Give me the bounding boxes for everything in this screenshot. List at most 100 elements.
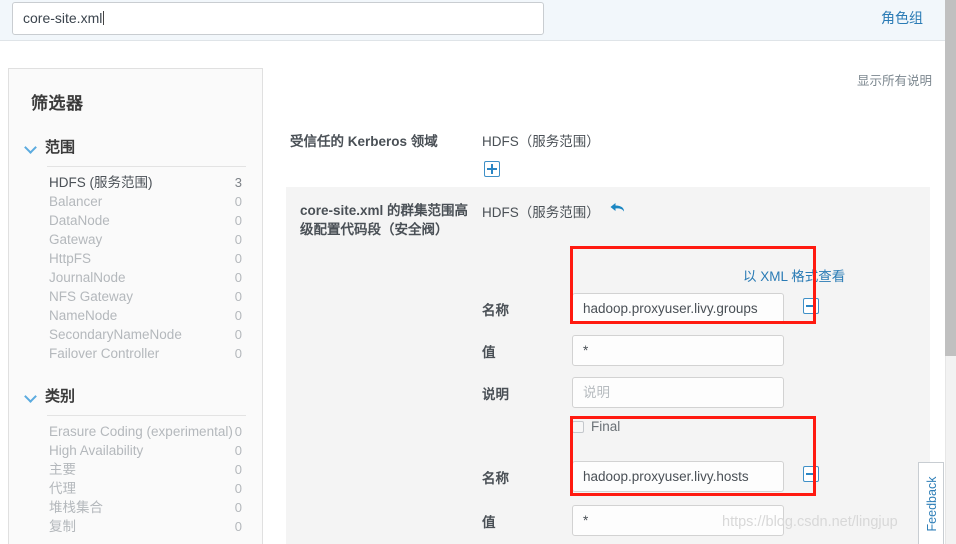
sidebar-item-high-availability[interactable]: High Availability 0 — [9, 441, 262, 460]
filter-item-label: DataNode — [49, 213, 110, 228]
add-kerberos-realm-button[interactable] — [484, 161, 500, 182]
entry-1-value-row: 值 * — [482, 335, 784, 366]
text-caret — [103, 11, 105, 25]
filter-item-label: 代理 — [49, 481, 76, 496]
config-property-label: core-site.xml 的群集范围高级配置代码段（安全阀） — [300, 203, 469, 237]
feedback-tab[interactable]: Feedback — [918, 462, 944, 544]
filter-item-label: NFS Gateway — [49, 289, 134, 304]
filter-item-label: 复制 — [49, 519, 76, 534]
sidebar-title: 筛选器 — [31, 94, 84, 113]
entry-1-name-row: 名称 hadoop.proxyuser.livy.groups — [482, 293, 819, 324]
chevron-down-icon — [23, 388, 39, 404]
entry-2-name-row: 名称 hadoop.proxyuser.livy.hosts — [482, 461, 819, 492]
filter-item-count: 0 — [234, 424, 242, 439]
filter-item-label: High Availability — [49, 443, 144, 458]
entry-1-final-label: Final — [591, 419, 621, 434]
core-site-safety-valve-panel: core-site.xml 的群集范围高级配置代码段（安全阀） HDFS（服务范… — [286, 187, 930, 544]
entry-1-desc-row: 说明 说明 — [482, 377, 784, 408]
entry-1-value-label: 值 — [482, 344, 496, 360]
filter-group-category-header[interactable]: 类别 — [9, 385, 262, 406]
filter-item-count: 0 — [234, 251, 242, 266]
entry-2-value-label: 值 — [482, 514, 496, 530]
sidebar-item-stacks-collection[interactable]: 堆栈集合 0 — [9, 498, 262, 517]
kerberos-realms-scope: HDFS（服务范围） — [482, 134, 600, 149]
entry-1-final-row: Final — [572, 419, 620, 434]
sidebar-item-namenode[interactable]: NameNode 0 — [9, 306, 262, 325]
entry-1-final-checkbox[interactable] — [572, 420, 584, 433]
view-as-xml-link[interactable]: 以 XML 格式查看 — [743, 265, 845, 285]
filter-item-count: 0 — [234, 289, 242, 304]
filter-item-count: 0 — [234, 443, 242, 458]
filter-group-scope-header[interactable]: 范围 — [9, 136, 262, 157]
entry-1-desc-label: 说明 — [482, 386, 509, 402]
filter-item-count: 0 — [234, 481, 242, 496]
filter-group-category-label: 类别 — [45, 388, 76, 405]
undo-arrow-icon[interactable] — [609, 200, 629, 218]
sidebar-item-datanode[interactable]: DataNode 0 — [9, 211, 262, 230]
filter-item-count: 0 — [234, 500, 242, 515]
filter-item-label: Erasure Coding (experimental) — [49, 424, 233, 439]
sidebar-item-gateway[interactable]: Gateway 0 — [9, 230, 262, 249]
sidebar-item-httpfs[interactable]: HttpFS 0 — [9, 249, 262, 268]
sidebar-item-secondarynamenode[interactable]: SecondaryNameNode 0 — [9, 325, 262, 344]
sidebar-item-erasure-coding[interactable]: Erasure Coding (experimental) 0 — [9, 422, 262, 441]
filter-item-count: 0 — [234, 346, 242, 361]
entry-1-remove-button[interactable] — [803, 298, 819, 319]
search-input-value: core-site.xml — [23, 10, 103, 26]
filter-item-count: 3 — [234, 175, 242, 190]
sidebar-item-main[interactable]: 主要 0 — [9, 460, 262, 479]
filter-item-count: 0 — [234, 270, 242, 285]
plus-square-icon — [484, 161, 500, 177]
entry-2-remove-button[interactable] — [803, 466, 819, 487]
filter-item-label: NameNode — [49, 308, 118, 323]
sidebar-item-replication[interactable]: 复制 0 — [9, 517, 262, 536]
entry-2-name-input[interactable]: hadoop.proxyuser.livy.hosts — [572, 461, 784, 492]
filter-item-label: Failover Controller — [49, 346, 160, 361]
filter-item-count: 0 — [234, 232, 242, 247]
page-scrollbar-track[interactable] — [945, 0, 956, 544]
filter-group-scope-label: 范围 — [45, 139, 76, 156]
filter-item-label: Balancer — [49, 194, 103, 209]
minus-square-icon — [803, 298, 819, 314]
entry-2-name-label: 名称 — [482, 470, 509, 486]
top-header-bar: core-site.xml 角色组 — [0, 0, 945, 41]
entry-1-value-input[interactable]: * — [572, 335, 784, 366]
entry-2-value-row: 值 * — [482, 505, 784, 536]
sidebar-item-hdfs-service-wide[interactable]: HDFS (服务范围) 3 — [9, 173, 262, 192]
entry-1-desc-input[interactable]: 说明 — [572, 377, 784, 408]
role-group-link[interactable]: 角色组 — [881, 8, 923, 28]
sidebar-item-journalnode[interactable]: JournalNode 0 — [9, 268, 262, 287]
sidebar-item-nfs-gateway[interactable]: NFS Gateway 0 — [9, 287, 262, 306]
feedback-tab-label: Feedback — [925, 476, 939, 532]
sidebar-item-failover-controller[interactable]: Failover Controller 0 — [9, 344, 262, 363]
filter-item-count: 0 — [234, 308, 242, 323]
entry-1-name-label: 名称 — [482, 302, 509, 318]
main-content: 显示所有说明 受信任的 Kerberos 领域 HDFS（服务范围） ? cor… — [270, 42, 945, 544]
divider — [47, 415, 246, 416]
kerberos-realms-label: 受信任的 Kerberos 领域 — [290, 134, 438, 149]
filter-item-label: JournalNode — [49, 270, 126, 285]
entry-2-value-input[interactable]: * — [572, 505, 784, 536]
page-scrollbar-thumb[interactable] — [945, 0, 956, 356]
filter-item-count: 0 — [234, 462, 242, 477]
filter-item-label: 堆栈集合 — [49, 500, 103, 515]
filter-item-label: HttpFS — [49, 251, 92, 266]
filter-item-label: SecondaryNameNode — [49, 327, 182, 342]
chevron-down-icon — [23, 139, 39, 155]
entry-1-name-input[interactable]: hadoop.proxyuser.livy.groups — [572, 293, 784, 324]
filter-item-label: 主要 — [49, 462, 76, 477]
filter-item-count: 0 — [234, 213, 242, 228]
sidebar-item-balancer[interactable]: Balancer 0 — [9, 192, 262, 211]
filter-group-category: 类别 Erasure Coding (experimental) 0 High … — [9, 385, 262, 536]
show-all-descriptions-link[interactable]: 显示所有说明 — [857, 70, 932, 89]
app-root: core-site.xml 角色组 筛选器 范围 HDFS (服务范围) 3 B… — [0, 0, 956, 544]
minus-square-icon — [803, 466, 819, 482]
sidebar-item-proxy[interactable]: 代理 0 — [9, 479, 262, 498]
filter-item-label: HDFS (服务范围) — [49, 175, 153, 190]
search-input[interactable]: core-site.xml — [12, 2, 544, 35]
filter-item-count: 0 — [234, 194, 242, 209]
config-property-scope: HDFS（服务范围） — [482, 205, 600, 220]
filter-item-count: 0 — [234, 327, 242, 342]
filter-item-count: 0 — [234, 519, 242, 534]
divider — [47, 166, 246, 167]
